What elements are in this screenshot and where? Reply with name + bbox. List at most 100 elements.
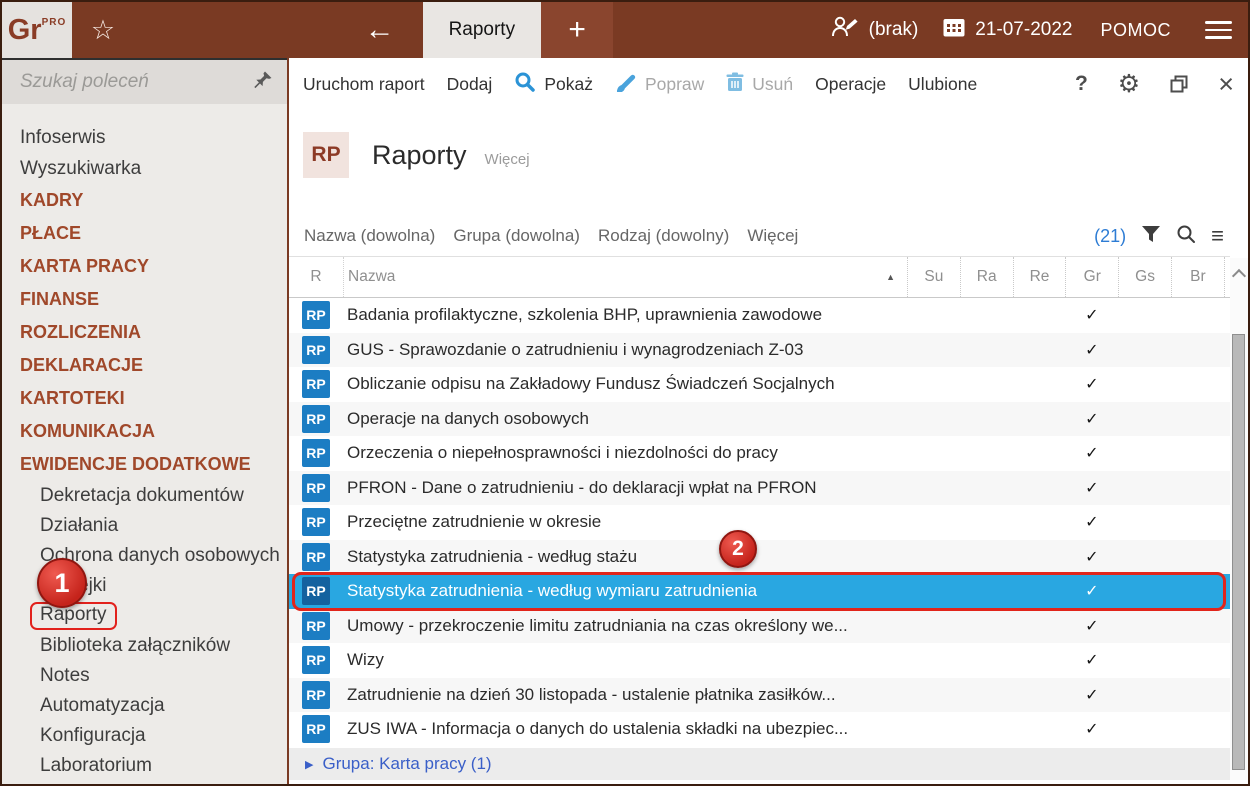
sidebar-item[interactable]: Laboratorium	[2, 751, 287, 781]
table-row[interactable]: RP Badania profilaktyczne, szkolenia BHP…	[289, 298, 1230, 333]
sidebar-item[interactable]: ROZLICZENIA	[2, 316, 287, 349]
back-arrow-icon[interactable]: ←	[351, 2, 409, 58]
col-header-br[interactable]: Br	[1171, 257, 1224, 297]
sidebar-item[interactable]: FINANSE	[2, 283, 287, 316]
table-row[interactable]: RP Przeciętne zatrudnienie w okresie ✓	[289, 505, 1230, 540]
command-search-input[interactable]: Szukaj poleceń	[2, 58, 287, 104]
filter-funnel-icon[interactable]	[1141, 225, 1161, 248]
report-name: Wizy	[343, 650, 907, 670]
sidebar-item[interactable]: Konfiguracja	[2, 721, 287, 751]
rp-report-icon: RP	[302, 577, 330, 605]
vertical-scrollbar[interactable]	[1230, 258, 1248, 780]
delete-button[interactable]: Usuń	[726, 72, 793, 97]
add-label: Dodaj	[447, 74, 493, 95]
sidebar-item[interactable]: KADRY	[2, 184, 287, 217]
col-header-gs[interactable]: Gs	[1118, 257, 1171, 297]
help-menu[interactable]: POMOC	[1100, 2, 1171, 58]
report-name: Obliczanie odpisu na Zakładowy Fundusz Ś…	[343, 374, 907, 394]
sidebar-item[interactable]: Wyszukiwarka	[2, 153, 287, 184]
group-row-label: Grupa: Karta pracy (1)	[322, 754, 491, 774]
filter-type[interactable]: Rodzaj (dowolny)	[598, 226, 729, 246]
report-name: Statystyka zatrudnienia - według stażu	[343, 547, 907, 567]
edit-button[interactable]: Popraw	[615, 72, 704, 97]
group-row-karta-pracy[interactable]: ▶ Grupa: Karta pracy (1)	[289, 748, 1230, 780]
group-expand-icon[interactable]: ▶	[305, 758, 313, 771]
app-logo[interactable]: GrPRO	[2, 2, 72, 58]
close-icon[interactable]: ×	[1218, 69, 1234, 100]
col-header-gr[interactable]: Gr	[1065, 257, 1118, 297]
col-header-su[interactable]: Su	[907, 257, 960, 297]
content-area: Szukaj poleceń InfoserwisWyszukiwarkaKAD…	[2, 58, 1248, 784]
show-label: Pokaż	[544, 74, 593, 95]
row-icon-cell: RP	[289, 370, 343, 398]
scrollbar-thumb[interactable]	[1232, 334, 1245, 770]
report-name: Orzeczenia o niepełnosprawności i niezdo…	[343, 443, 907, 463]
topbar: GrPRO ☆ ← Raporty + (brak)	[2, 2, 1248, 58]
row-icon-cell: RP	[289, 336, 343, 364]
sidebar-item-raporty[interactable]: Raporty	[2, 601, 287, 631]
hamburger-menu-icon[interactable]	[1205, 2, 1232, 58]
search-icon	[514, 71, 536, 98]
sidebar-item[interactable]: DEKLARACJE	[2, 349, 287, 382]
tab-raporty[interactable]: Raporty	[423, 2, 542, 58]
restore-window-icon[interactable]	[1170, 75, 1188, 93]
favorites-button[interactable]: Ulubione	[908, 74, 977, 95]
report-name: Operacje na danych osobowych	[343, 409, 907, 429]
sidebar-item[interactable]: Infoserwis	[2, 122, 287, 153]
date-button[interactable]: 21-07-2022	[942, 2, 1072, 58]
rp-report-icon: RP	[302, 474, 330, 502]
sidebar-item[interactable]: PŁACE	[2, 217, 287, 250]
rp-report-icon: RP	[302, 301, 330, 329]
filter-more[interactable]: Więcej	[747, 226, 798, 246]
table-row[interactable]: RP Statystyka zatrudnienia - według staż…	[289, 540, 1230, 575]
sidebar-item[interactable]: EWIDENCJE DODATKOWE	[2, 448, 287, 481]
sidebar-item[interactable]: Automatyzacja	[2, 691, 287, 721]
new-tab-button[interactable]: +	[541, 2, 613, 58]
col-header-re[interactable]: Re	[1013, 257, 1066, 297]
table-row[interactable]: RP Zatrudnienie na dzień 30 listopada - …	[289, 678, 1230, 713]
col-header-ra[interactable]: Ra	[960, 257, 1013, 297]
operations-button[interactable]: Operacje	[815, 74, 886, 95]
col-header-nazwa[interactable]: Nazwa ▲	[343, 257, 907, 297]
cell-gr-checkmark: ✓	[1065, 409, 1118, 429]
table-row[interactable]: RP Wizy ✓	[289, 643, 1230, 678]
list-options-icon[interactable]: ≡	[1211, 225, 1224, 247]
sidebar-item[interactable]: Biblioteka załączników	[2, 631, 287, 661]
table-rows: RP Badania profilaktyczne, szkolenia BHP…	[289, 298, 1230, 747]
rp-report-icon: RP	[302, 336, 330, 364]
user-button[interactable]: (brak)	[830, 2, 919, 58]
sidebar-item[interactable]: KARTOTEKI	[2, 382, 287, 415]
table-row[interactable]: RP Orzeczenia o niepełnosprawności i nie…	[289, 436, 1230, 471]
add-button[interactable]: Dodaj	[447, 74, 493, 95]
table-row[interactable]: RP GUS - Sprawozdanie o zatrudnieniu i w…	[289, 333, 1230, 368]
row-icon-cell: RP	[289, 439, 343, 467]
table-row[interactable]: RP PFRON - Dane o zatrudnieniu - do dekl…	[289, 471, 1230, 506]
search-records-icon[interactable]	[1176, 224, 1196, 249]
sidebar-item[interactable]: KOMUNIKACJA	[2, 415, 287, 448]
table-row[interactable]: RP ZUS IWA - Informacja o danych do usta…	[289, 712, 1230, 747]
sidebar-item[interactable]: Notes	[2, 661, 287, 691]
rp-report-icon: RP	[302, 681, 330, 709]
sidebar-item[interactable]: Dekretacja dokumentów	[2, 481, 287, 511]
table-row[interactable]: RP Operacje na danych osobowych ✓	[289, 402, 1230, 437]
filter-name[interactable]: Nazwa (dowolna)	[304, 226, 435, 246]
pin-icon[interactable]	[253, 70, 273, 95]
favorites-star-icon[interactable]: ☆	[72, 2, 134, 58]
delete-label: Usuń	[752, 74, 793, 95]
help-icon[interactable]: ?	[1075, 72, 1088, 96]
show-button[interactable]: Pokaż	[514, 71, 593, 98]
table-row[interactable]: RP Obliczanie odpisu na Zakładowy Fundus…	[289, 367, 1230, 402]
settings-gear-icon[interactable]: ⚙	[1118, 69, 1140, 99]
sidebar-item[interactable]: KARTA PRACY	[2, 250, 287, 283]
table-row-selected[interactable]: RP Statystyka zatrudnienia - według wymi…	[289, 574, 1230, 609]
current-date: 21-07-2022	[975, 19, 1072, 41]
scroll-up-icon[interactable]	[1230, 258, 1248, 288]
more-link[interactable]: Więcej	[485, 142, 530, 168]
table-row[interactable]: RP Umowy - przekroczenie limitu zatrudni…	[289, 609, 1230, 644]
rp-report-icon: RP	[302, 715, 330, 743]
sidebar-item[interactable]: Działania	[2, 511, 287, 541]
col-header-r[interactable]: R	[289, 257, 343, 297]
favorites-label: Ulubione	[908, 74, 977, 95]
filter-group[interactable]: Grupa (dowolna)	[453, 226, 580, 246]
run-report-button[interactable]: Uruchom raport	[303, 74, 425, 95]
